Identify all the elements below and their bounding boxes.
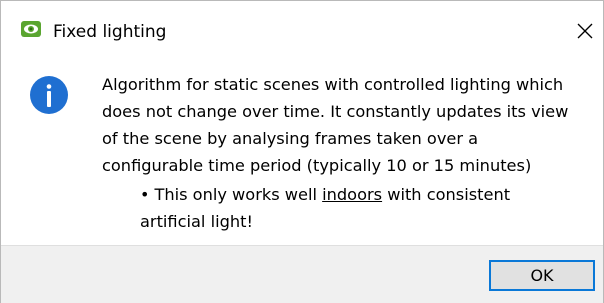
bullet-emphasis: indoors: [322, 185, 383, 204]
button-bar: OK: [1, 245, 603, 303]
message-area: Algorithm for static scenes with control…: [1, 53, 603, 243]
eye-icon: [21, 21, 41, 37]
bullet-dot-icon: •: [140, 185, 150, 204]
close-icon[interactable]: [572, 18, 598, 44]
message-text: Algorithm for static scenes with control…: [102, 75, 569, 175]
title-bar[interactable]: Fixed lighting: [1, 1, 603, 42]
bullet-note: • This only works well indoors with consi…: [140, 181, 580, 235]
window-title: Fixed lighting: [53, 22, 167, 42]
bullet-prefix: This only works well: [154, 185, 323, 204]
info-icon: [29, 75, 69, 115]
dialog-window: Fixed lighting Algorithm for static scen…: [0, 0, 604, 303]
ok-button[interactable]: OK: [489, 260, 595, 291]
